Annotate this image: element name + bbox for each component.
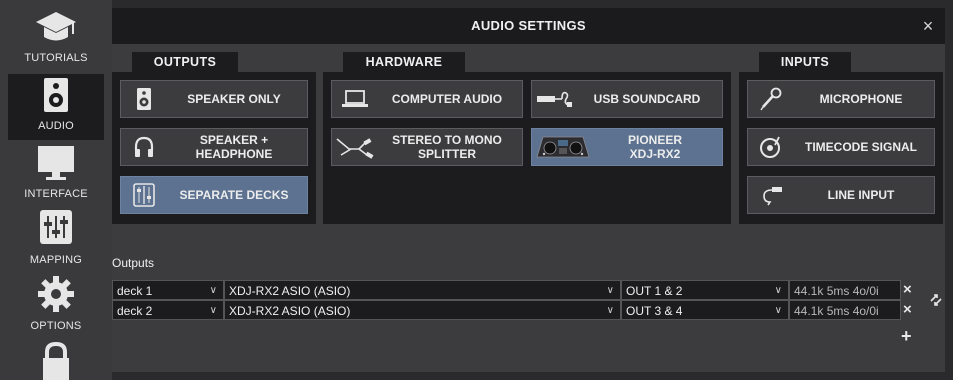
outputs-table-label: Outputs — [112, 256, 155, 270]
button-label: PIONEER XDJ-RX2 — [627, 133, 682, 161]
speaker-only-button[interactable]: SPEAKER ONLY — [120, 80, 308, 118]
sidebar-item-label: INTERFACE — [24, 188, 88, 200]
row-2-channel-select[interactable]: deck 2 ∨ — [112, 300, 224, 320]
select-value: XDJ-RX2 ASIO (ASIO) — [229, 284, 351, 298]
graduation-cap-icon — [34, 6, 78, 46]
button-label: LINE INPUT — [827, 188, 895, 202]
button-label: SEPARATE DECKS — [179, 188, 289, 202]
button-label: USB SOUNDCARD — [593, 92, 701, 106]
sidebar-item-mapping[interactable]: MAPPING — [8, 208, 104, 272]
timecode-signal-button[interactable]: TIMECODE SIGNAL — [747, 128, 935, 166]
row-2-output-select[interactable]: OUT 3 & 4 ∨ — [621, 300, 789, 320]
select-value: OUT 3 & 4 — [626, 304, 683, 318]
select-value: deck 1 — [117, 284, 153, 298]
separate-decks-icon — [121, 177, 167, 213]
sidebar-item-tutorials[interactable]: TUTORIALS — [8, 6, 104, 70]
button-label: TIMECODE SIGNAL — [804, 140, 917, 154]
speaker-headphone-button[interactable]: SPEAKER + HEADPHONE — [120, 128, 308, 166]
microphone-icon — [748, 81, 794, 117]
sliders-icon — [34, 208, 78, 248]
chevron-down-icon: ∨ — [774, 305, 782, 316]
button-label: SPEAKER ONLY — [187, 92, 281, 106]
sidebar-item-label: MAPPING — [29, 254, 83, 266]
row-1-device-select[interactable]: XDJ-RX2 ASIO (ASIO) ∨ — [224, 280, 621, 300]
select-value: OUT 1 & 2 — [626, 284, 683, 298]
pioneer-controller-icon — [532, 129, 594, 165]
select-value: XDJ-RX2 ASIO (ASIO) — [229, 304, 351, 318]
sidebar-item-lock[interactable] — [8, 340, 104, 380]
chevron-down-icon: ∨ — [606, 285, 614, 296]
close-button[interactable]: × — [918, 14, 938, 38]
row-2-device-select[interactable]: XDJ-RX2 ASIO (ASIO) ∨ — [224, 300, 621, 320]
button-label: STEREO TO MONO SPLITTER — [392, 133, 502, 161]
stereo-to-mono-splitter-button[interactable]: STEREO TO MONO SPLITTER — [331, 128, 523, 166]
headphone-icon — [121, 129, 167, 165]
sidebar-item-label: AUDIO — [38, 120, 74, 132]
vinyl-icon — [748, 129, 794, 165]
usb-soundcard-button[interactable]: USB SOUNDCARD — [531, 80, 723, 118]
computer-audio-button[interactable]: COMPUTER AUDIO — [331, 80, 523, 118]
gear-icon — [34, 274, 78, 314]
line-input-button[interactable]: LINE INPUT — [747, 176, 935, 214]
sidebar-item-label: OPTIONS — [30, 320, 82, 332]
sidebar-item-label: TUTORIALS — [24, 52, 88, 64]
pioneer-xdj-rx2-button[interactable]: PIONEER XDJ-RX2 — [531, 128, 723, 166]
sidebar-item-audio[interactable]: AUDIO — [8, 74, 104, 140]
sidebar-item-interface[interactable]: INTERFACE — [8, 142, 104, 206]
row-2-remove-button[interactable]: × — [903, 301, 912, 318]
speaker-icon — [34, 74, 78, 114]
jack-cable-icon — [748, 177, 794, 213]
hardware-section-title: HARDWARE — [343, 52, 465, 72]
sidebar-item-options[interactable]: OPTIONS — [8, 274, 104, 338]
row-1-channel-select[interactable]: deck 1 ∨ — [112, 280, 224, 300]
sidebar: TUTORIALS AUDIO INTERFACE MAPPING OPTION… — [0, 0, 112, 380]
button-label: SPEAKER + HEADPHONE — [195, 133, 273, 161]
speaker-icon — [121, 81, 167, 117]
chevron-down-icon: ∨ — [774, 285, 782, 296]
row-1-remove-button[interactable]: × — [903, 281, 912, 298]
chevron-down-icon: ∨ — [606, 305, 614, 316]
swap-rows-icon[interactable] — [928, 292, 944, 308]
outputs-section-title: OUTPUTS — [132, 52, 238, 72]
add-output-button[interactable]: + — [901, 326, 912, 347]
microphone-button[interactable]: MICROPHONE — [747, 80, 935, 118]
row-1-output-select[interactable]: OUT 1 & 2 ∨ — [621, 280, 789, 300]
monitor-icon — [34, 142, 78, 182]
splitter-cable-icon — [332, 129, 378, 165]
inputs-section-title: INPUTS — [759, 52, 851, 72]
usb-soundcard-icon — [532, 81, 578, 117]
select-value: deck 2 — [117, 304, 153, 318]
chevron-down-icon: ∨ — [209, 285, 217, 296]
window-title: AUDIO SETTINGS — [471, 18, 586, 33]
button-label: COMPUTER AUDIO — [391, 92, 503, 106]
row-2-info: 44.1k 5ms 4o/0i — [789, 300, 901, 320]
separate-decks-button[interactable]: SEPARATE DECKS — [120, 176, 308, 214]
row-1-info: 44.1k 5ms 4o/0i — [789, 280, 901, 300]
lock-icon — [34, 340, 78, 380]
chevron-down-icon: ∨ — [209, 305, 217, 316]
button-label: MICROPHONE — [819, 92, 903, 106]
laptop-icon — [332, 81, 378, 117]
